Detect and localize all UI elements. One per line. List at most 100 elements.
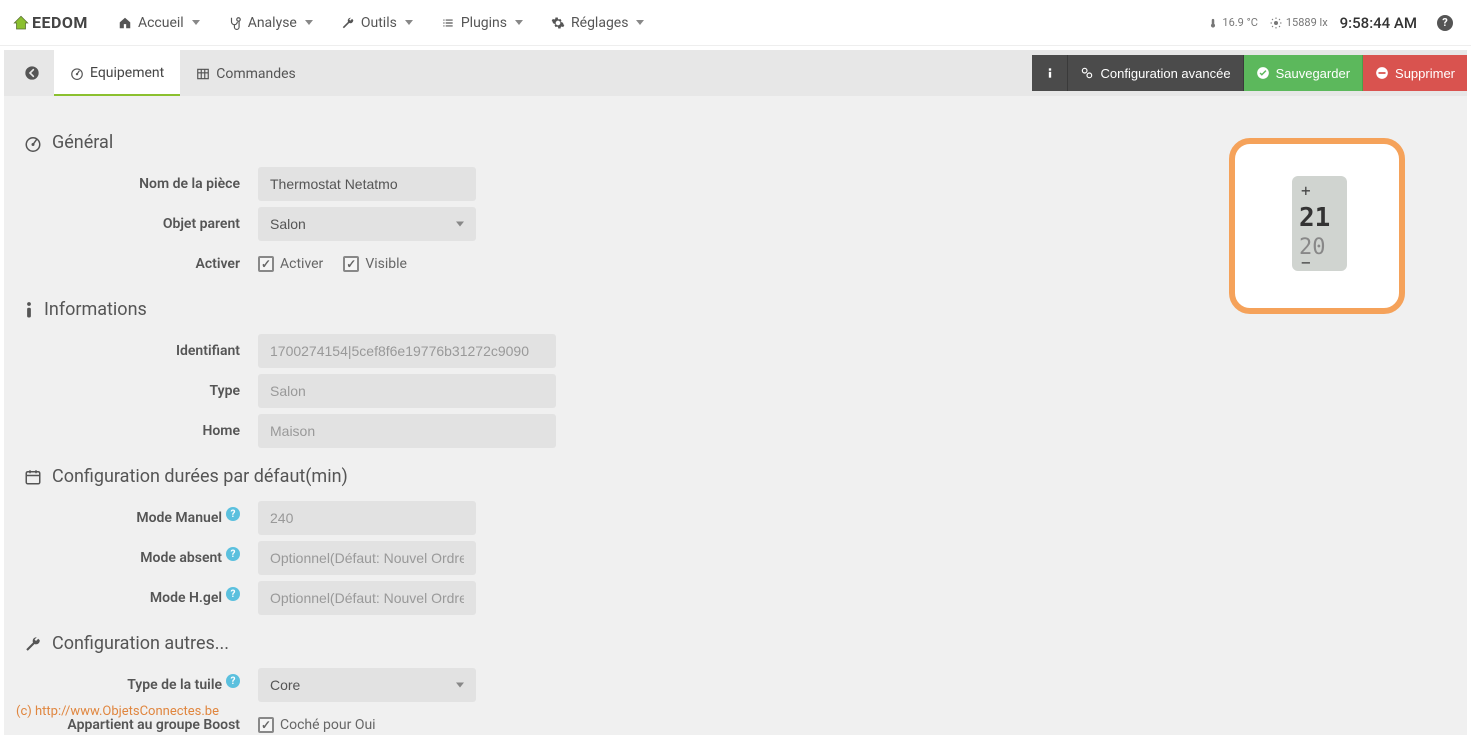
- section-title-text: Configuration durées par défaut(min): [52, 466, 348, 487]
- mode-manual-label: Mode Manuel ?: [24, 510, 258, 526]
- caret-down-icon: [636, 20, 644, 25]
- sensor-temp-value: 16.9 °C: [1222, 16, 1257, 29]
- top-navbar: EEDOM Accueil Analyse Outils Plugins Rég…: [0, 0, 1471, 46]
- nav-outils[interactable]: Outils: [327, 0, 427, 46]
- mode-frost-text: Mode H.gel: [150, 590, 222, 606]
- section-other-title: Configuration autres...: [24, 633, 1447, 654]
- mode-manual-input[interactable]: [258, 501, 476, 535]
- save-label: Sauvegarder: [1276, 66, 1350, 81]
- nav-reglages[interactable]: Réglages: [537, 0, 658, 46]
- svg-text:21: 21: [1299, 203, 1330, 233]
- watermark-text: (c) http://www.ObjetsConnectes.be: [16, 704, 219, 719]
- nav-label: Accueil: [138, 15, 184, 31]
- activate-cb-label: Activer: [280, 256, 323, 272]
- section-durations-title: Configuration durées par défaut(min): [24, 466, 1447, 487]
- nav-label: Plugins: [461, 15, 507, 31]
- info-icon: [1043, 66, 1057, 80]
- nav-label: Outils: [361, 15, 397, 31]
- navbar-right: 16.9 °C 15889 lx 9:58:44 AM ?: [1208, 14, 1459, 32]
- calendar-icon: [24, 468, 42, 486]
- save-button[interactable]: Sauvegarder: [1244, 55, 1363, 91]
- sensor-lux-value: 15889 lx: [1286, 16, 1328, 29]
- home-label: Home: [24, 423, 258, 439]
- nav-accueil[interactable]: Accueil: [104, 0, 214, 46]
- svg-text:+: +: [1301, 181, 1311, 200]
- type-input[interactable]: [258, 374, 556, 408]
- logo-text: EEDOM: [32, 13, 88, 32]
- mode-away-label: Mode absent ?: [24, 550, 258, 566]
- clock: 9:58:44 AM: [1340, 14, 1425, 32]
- home-input[interactable]: [258, 414, 556, 448]
- caret-down-icon: [515, 20, 523, 25]
- config-advanced-button[interactable]: Configuration avancée: [1068, 55, 1243, 91]
- help-icon[interactable]: ?: [226, 547, 240, 561]
- thermometer-icon: [1208, 16, 1218, 30]
- caret-down-icon: [405, 20, 413, 25]
- svg-text:−: −: [1301, 253, 1311, 272]
- identifier-input[interactable]: [258, 334, 556, 368]
- delete-button[interactable]: Supprimer: [1363, 55, 1467, 91]
- boost-cb-label: Coché pour Oui: [280, 717, 376, 733]
- identifier-label: Identifiant: [24, 343, 258, 359]
- minus-circle-icon: [1375, 66, 1389, 80]
- mode-frost-label: Mode H.gel ?: [24, 590, 258, 606]
- help-icon[interactable]: ?: [226, 587, 240, 601]
- nav-analyse[interactable]: Analyse: [214, 0, 327, 46]
- room-name-input[interactable]: [258, 167, 476, 201]
- action-row: Equipement Commandes Configuration avanc…: [4, 50, 1467, 96]
- help-button[interactable]: ?: [1437, 15, 1453, 31]
- mode-away-input[interactable]: [258, 541, 476, 575]
- dashboard-icon: [24, 134, 42, 152]
- tile-type-text: Type de la tuile: [127, 677, 222, 693]
- nav-label: Analyse: [248, 15, 297, 31]
- type-label: Type: [24, 383, 258, 399]
- mode-away-text: Mode absent: [140, 550, 222, 566]
- parent-object-label: Objet parent: [24, 216, 258, 232]
- back-button[interactable]: [14, 50, 50, 96]
- table-icon: [196, 67, 210, 81]
- gears-icon: [1080, 66, 1094, 80]
- section-title-text: Configuration autres...: [52, 633, 229, 654]
- arrow-left-icon: [24, 65, 40, 81]
- list-icon: [441, 16, 455, 30]
- check-icon: [258, 256, 274, 272]
- visible-cb-label: Visible: [365, 256, 407, 272]
- info-icon: [24, 301, 34, 319]
- section-title-text: Général: [52, 132, 113, 153]
- sensor-lux: 15889 lx: [1270, 16, 1328, 29]
- activate-checkbox[interactable]: Activer: [258, 256, 323, 272]
- info-button[interactable]: [1032, 55, 1068, 91]
- tab-commandes[interactable]: Commandes: [180, 50, 312, 96]
- activate-label: Activer: [24, 256, 258, 272]
- check-icon: [258, 717, 274, 733]
- wrench-icon: [24, 635, 42, 653]
- mode-manual-text: Mode Manuel: [136, 510, 222, 526]
- section-title-text: Informations: [44, 299, 147, 320]
- jeedom-icon: [12, 14, 30, 32]
- help-icon[interactable]: ?: [226, 507, 240, 521]
- tab-equipement[interactable]: Equipement: [54, 50, 180, 96]
- check-icon: [343, 256, 359, 272]
- caret-down-icon: [192, 20, 200, 25]
- content-panel: + 21 20 − Général Nom de la pièce Objet …: [4, 96, 1467, 735]
- gear-icon: [551, 16, 565, 30]
- parent-object-select[interactable]: Salon: [258, 207, 476, 241]
- visible-checkbox[interactable]: Visible: [343, 256, 407, 272]
- help-icon[interactable]: ?: [226, 674, 240, 688]
- tab-label: Equipement: [90, 65, 164, 81]
- tile-type-select[interactable]: Core: [258, 668, 476, 702]
- tab-label: Commandes: [216, 66, 296, 82]
- room-name-label: Nom de la pièce: [24, 176, 258, 192]
- logo[interactable]: EEDOM: [12, 13, 88, 32]
- config-advanced-label: Configuration avancée: [1100, 66, 1230, 81]
- home-icon: [118, 16, 132, 30]
- device-image: + 21 20 −: [1227, 136, 1407, 316]
- caret-down-icon: [305, 20, 313, 25]
- stethoscope-icon: [228, 16, 242, 30]
- dashboard-icon: [70, 66, 84, 80]
- nav-label: Réglages: [571, 15, 628, 31]
- nav-plugins[interactable]: Plugins: [427, 0, 537, 46]
- boost-group-checkbox[interactable]: Coché pour Oui: [258, 717, 376, 733]
- tile-type-label: Type de la tuile ?: [24, 677, 258, 693]
- mode-frost-input[interactable]: [258, 581, 476, 615]
